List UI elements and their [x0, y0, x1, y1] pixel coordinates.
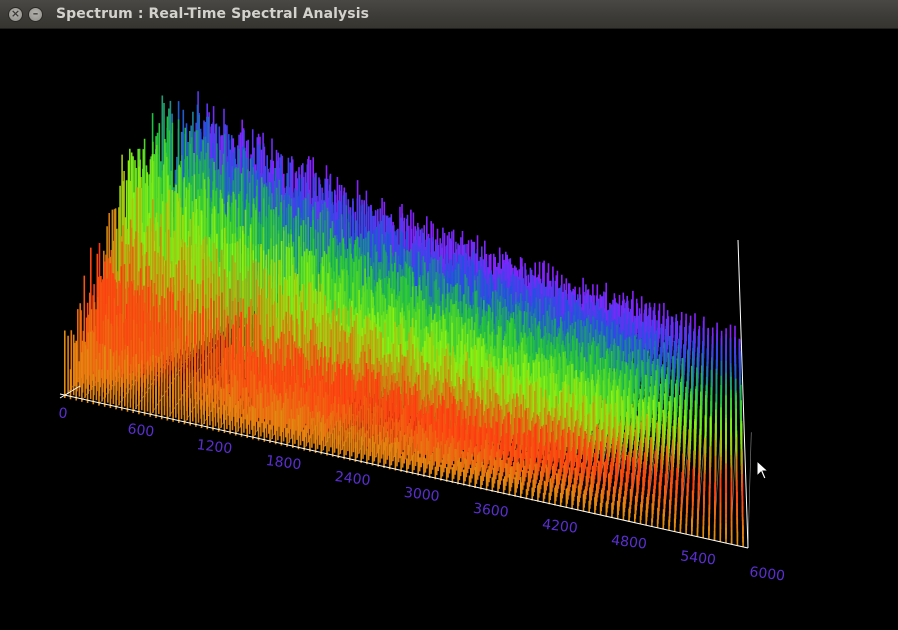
frequency-tick-label: 0 [58, 405, 69, 422]
minimize-icon: – [32, 7, 39, 20]
spectrum-bars [64, 91, 744, 547]
frequency-tick-label: 1200 [196, 437, 233, 457]
frequency-tick-label: 3600 [472, 501, 509, 521]
app-window: × – Spectrum : Real-Time Spectral Analys… [0, 0, 898, 630]
window-title: Spectrum : Real-Time Spectral Analysis [56, 6, 370, 22]
frequency-tick-label: 4800 [610, 532, 647, 552]
close-icon: × [10, 7, 21, 20]
spectrum-3d-view[interactable]: 0 600 1200 1800 2400 3000 3600 4200 4800 5400 6000 [0, 29, 898, 630]
title-bar[interactable]: × – Spectrum : Real-Time Spectral Analys… [0, 0, 898, 29]
frequency-tick-label: 6000 [749, 564, 786, 584]
minimize-button[interactable]: – [28, 7, 43, 22]
frequency-tick-label: 3000 [403, 485, 440, 505]
close-button[interactable]: × [8, 7, 23, 22]
mouse-pointer-icon [756, 460, 770, 480]
frequency-tick-label: 4200 [541, 517, 578, 537]
grid-line [747, 432, 752, 549]
frequency-tick-label: 1800 [265, 453, 302, 473]
frequency-tick-label: 2400 [334, 469, 371, 489]
frequency-tick-label: 5400 [679, 548, 716, 568]
frequency-tick-label: 600 [127, 421, 155, 440]
